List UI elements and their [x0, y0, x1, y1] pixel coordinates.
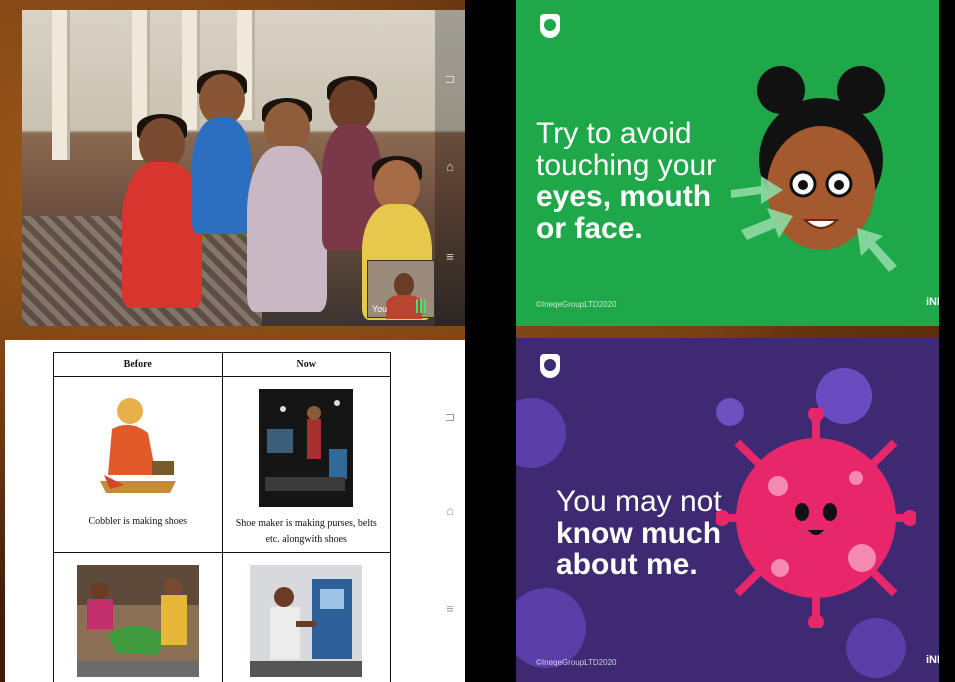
table-cell — [221, 552, 391, 682]
brand-logo: iNEQE — [926, 296, 939, 308]
green-slide: Try to avoid touching your eyes, mouth o… — [516, 0, 939, 326]
cobbler-image — [89, 389, 186, 505]
virus-character — [716, 408, 916, 628]
column-header: Now — [221, 352, 391, 377]
table-cell: Shoe maker is making purses, belts etc. … — [221, 376, 391, 553]
menu-icon[interactable]: ≡ — [443, 602, 457, 616]
pillar — [52, 10, 70, 160]
slide-line: or face. — [536, 211, 643, 245]
nav-controls: ⊐ ⌂ ≡ — [435, 340, 465, 682]
brand-logo: iNEQE — [926, 654, 939, 666]
copyright-text: ©IneqeGroupLTD2020 — [536, 300, 617, 309]
column-header: Before — [53, 352, 223, 377]
self-view-video[interactable]: You — [367, 260, 435, 319]
nav-controls: ⊐ ⌂ ≡ — [435, 10, 465, 326]
virus-icon — [516, 588, 586, 668]
mic-level-icon — [416, 299, 428, 313]
document-panel: Before Now Cobbler is making shoes Shoe … — [5, 340, 465, 682]
slide-line: about me. — [556, 548, 698, 581]
table-cell — [53, 552, 223, 682]
divider — [939, 0, 955, 682]
child — [192, 70, 252, 234]
child — [247, 98, 327, 312]
weaving-image — [76, 565, 199, 677]
slide-line: Try to avoid — [536, 117, 692, 150]
shield-logo-icon — [540, 354, 560, 378]
slide-line: know much — [556, 516, 722, 550]
purple-slide: You may not know much about me. ©IneqeGr… — [516, 338, 939, 682]
comparison-table: Before Now Cobbler is making shoes Shoe … — [53, 352, 391, 682]
back-icon[interactable]: ⊐ — [443, 410, 457, 424]
home-icon[interactable]: ⌂ — [443, 504, 457, 518]
girl-illustration — [731, 66, 897, 272]
slide-text: You may not know much about me. — [556, 486, 722, 581]
slide-line: You may not — [556, 485, 722, 518]
cell-caption: Cobbler is making shoes — [88, 516, 188, 527]
machine-worker-image — [250, 565, 363, 677]
cell-caption: Shoe maker is making purses, belts etc. … — [235, 518, 377, 545]
back-icon[interactable]: ⊐ — [443, 72, 457, 86]
virus-icon — [516, 398, 566, 468]
copyright-text: ©IneqeGroupLTD2020 — [536, 658, 617, 667]
shield-logo-icon — [540, 14, 560, 38]
shoemaker-image — [259, 389, 354, 507]
slide-text: Try to avoid touching your eyes, mouth o… — [536, 118, 716, 244]
table-cell: Cobbler is making shoes — [53, 376, 223, 553]
table-header-row: Before Now — [53, 352, 391, 377]
home-icon[interactable]: ⌂ — [443, 160, 457, 174]
video-call-panel: You ⊐ ⌂ ≡ — [22, 10, 465, 326]
table-row: Cobbler is making shoes Shoe maker is ma… — [53, 376, 391, 553]
menu-icon[interactable]: ≡ — [443, 250, 457, 264]
table-row — [53, 552, 391, 682]
slide-line: touching your — [536, 148, 717, 182]
child — [122, 114, 202, 308]
divider — [465, 0, 516, 682]
self-view-label: You — [372, 304, 388, 314]
slide-line: eyes, mouth — [536, 180, 712, 213]
